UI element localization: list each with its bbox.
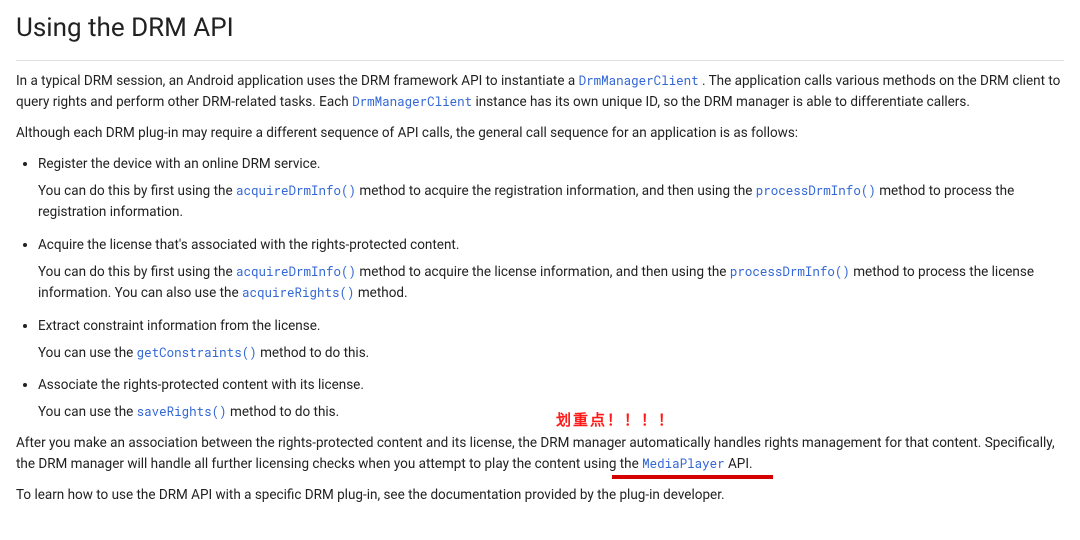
- text: method to acquire the license informatio…: [359, 264, 729, 280]
- text: You can use the: [38, 404, 137, 420]
- text: API.: [728, 456, 753, 472]
- text: instance has its own unique ID, so the D…: [475, 94, 969, 110]
- steps-list: Register the device with an online DRM s…: [16, 154, 1064, 423]
- code-link-getconstraints[interactable]: getConstraints(): [137, 345, 257, 361]
- step-body: You can do this by first using the acqui…: [38, 262, 1064, 304]
- code-link-processdrminfo[interactable]: processDrmInfo(): [730, 264, 850, 280]
- step-head: Associate the rights-protected content w…: [38, 375, 1064, 396]
- text: method to do this.: [260, 345, 369, 361]
- text: method to acquire the registration infor…: [359, 183, 755, 199]
- text: You can do this by first using the: [38, 183, 236, 199]
- code-link-mediaplayer[interactable]: MediaPlayer: [642, 456, 725, 472]
- code-link-processdrminfo[interactable]: processDrmInfo(): [756, 183, 876, 199]
- step-head: Acquire the license that's associated wi…: [38, 235, 1064, 256]
- step-body: You can do this by first using the acqui…: [38, 181, 1064, 223]
- list-item: Extract constraint information from the …: [38, 316, 1064, 364]
- code-link-saverights[interactable]: saveRights(): [137, 404, 227, 420]
- annotation-highlight: 划重点！！！！: [556, 409, 675, 432]
- highlighted-code: MediaPlayer: [642, 454, 725, 475]
- code-link-acquirerights[interactable]: acquireRights(): [242, 285, 355, 301]
- step-body: You can use the saveRights() method to d…: [38, 402, 1064, 423]
- text: You can use the: [38, 345, 137, 361]
- list-item: Associate the rights-protected content w…: [38, 375, 1064, 423]
- text: After you make an association between th…: [16, 435, 1055, 472]
- intro-paragraph-1: In a typical DRM session, an Android app…: [16, 71, 1064, 113]
- list-item: Acquire the license that's associated wi…: [38, 235, 1064, 304]
- code-link-drmmanagerclient[interactable]: DrmManagerClient: [352, 94, 472, 110]
- page-title: Using the DRM API: [16, 8, 1064, 61]
- list-item: Register the device with an online DRM s…: [38, 154, 1064, 223]
- step-body: You can use the getConstraints() method …: [38, 343, 1064, 364]
- intro-paragraph-2: Although each DRM plug-in may require a …: [16, 123, 1064, 144]
- text: You can do this by first using the: [38, 264, 236, 280]
- code-link-drmmanagerclient[interactable]: DrmManagerClient: [579, 73, 699, 89]
- step-head: Register the device with an online DRM s…: [38, 154, 1064, 175]
- text: method.: [358, 285, 408, 301]
- text: In a typical DRM session, an Android app…: [16, 73, 579, 89]
- outro-paragraph-1: After you make an association between th…: [16, 433, 1064, 475]
- outro-paragraph-2: To learn how to use the DRM API with a s…: [16, 485, 1064, 506]
- code-link-acquiredrminfo[interactable]: acquireDrmInfo(): [236, 183, 356, 199]
- text: method to do this.: [230, 404, 339, 420]
- step-head: Extract constraint information from the …: [38, 316, 1064, 337]
- code-link-acquiredrminfo[interactable]: acquireDrmInfo(): [236, 264, 356, 280]
